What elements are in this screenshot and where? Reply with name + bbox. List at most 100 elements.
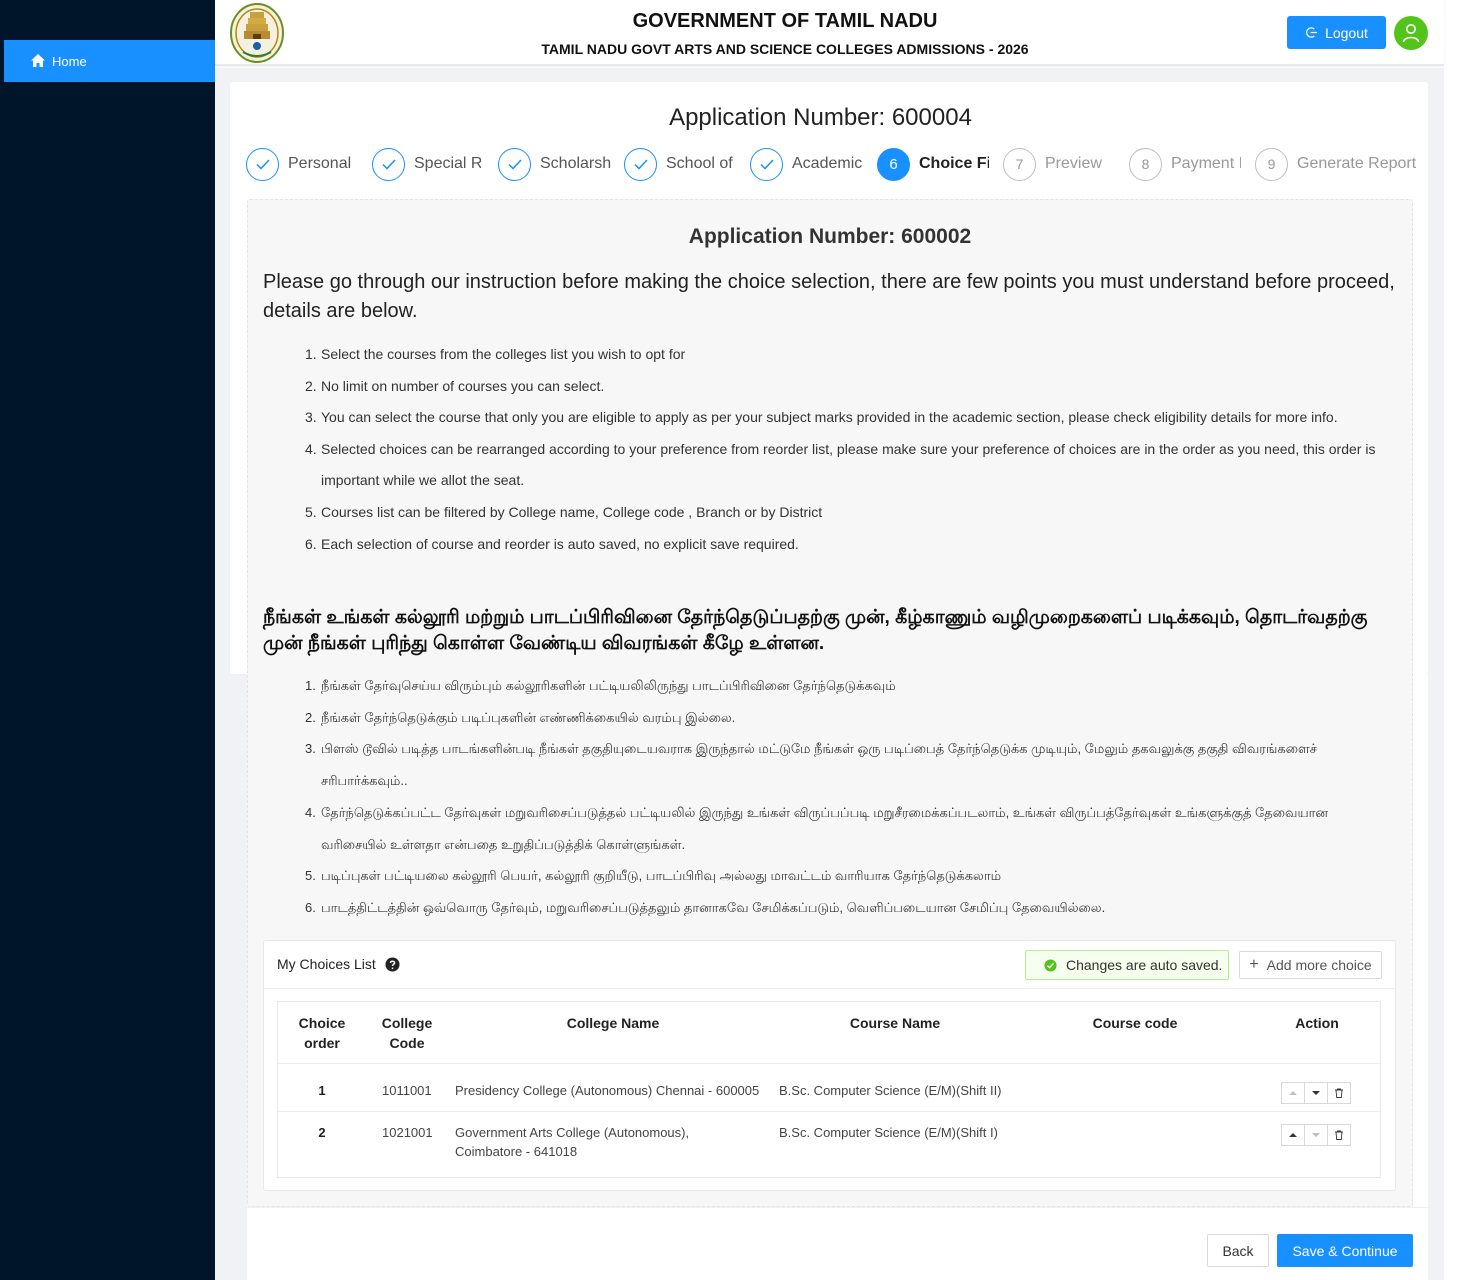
government-title: GOVERNMENT OF TAMIL NADU bbox=[632, 10, 938, 32]
column-header-college-name: College Name bbox=[566, 1015, 660, 1031]
college-name: Presidency College (Autonomous) Chennai … bbox=[455, 1083, 760, 1098]
check-icon bbox=[498, 147, 531, 181]
tamil-instruction-intro: நீங்கள் உங்கள் கல்லூரி மற்றும் பாடப்பிரி… bbox=[263, 607, 1368, 654]
college-name: Government Arts College (Autonomous), Co… bbox=[455, 1125, 690, 1159]
autosave-alert: Changes are auto saved. bbox=[1025, 950, 1229, 980]
list-item: 2. No limit on number of courses you can … bbox=[305, 377, 605, 394]
delete-button[interactable] bbox=[1327, 1082, 1351, 1104]
table-divider bbox=[278, 1063, 1380, 1064]
column-header-choice-order: Choice order bbox=[298, 1015, 346, 1051]
sidebar bbox=[0, 0, 215, 676]
table-divider bbox=[278, 1111, 1380, 1112]
delete-button[interactable] bbox=[1327, 1124, 1351, 1146]
move-up-button[interactable] bbox=[1281, 1124, 1305, 1146]
list-item: 4. தேர்ந்தெடுக்கப்பட்ட தேர்வுகள் மறுவரிசை… bbox=[305, 804, 1329, 852]
step-label: Personal I bbox=[288, 155, 355, 172]
course-name: B.Sc. Computer Science (E/M)(Shift I) bbox=[779, 1125, 998, 1140]
back-button[interactable]: Back bbox=[1207, 1234, 1269, 1267]
caret-up-icon bbox=[1289, 1133, 1297, 1137]
step-label: Generate Report bbox=[1297, 155, 1417, 172]
user-icon bbox=[1402, 24, 1420, 43]
avatar[interactable] bbox=[1394, 16, 1428, 50]
check-icon bbox=[372, 147, 405, 181]
logout-label: Logout bbox=[1325, 24, 1368, 41]
list-item: 6. Each selection of course and reorder i… bbox=[305, 535, 799, 552]
list-item: 1. Select the courses from the colleges l… bbox=[305, 346, 686, 362]
column-header-action: Action bbox=[1295, 1015, 1339, 1031]
list-item: 5. Courses list can be filtered by Colleg… bbox=[305, 503, 823, 520]
step-academic[interactable]: Academic bbox=[750, 147, 862, 181]
move-down-button[interactable] bbox=[1304, 1082, 1328, 1104]
page-title: Application Number: 600004 bbox=[669, 104, 972, 131]
choice-order: 1 bbox=[318, 1083, 326, 1098]
step-scholarship[interactable]: Scholarsh bbox=[498, 147, 612, 181]
choice-order: 2 bbox=[318, 1125, 326, 1140]
step-school[interactable]: School of bbox=[624, 147, 734, 181]
step-label: Choice Fil bbox=[919, 155, 989, 172]
caret-down-icon bbox=[1312, 1133, 1320, 1137]
home-icon bbox=[31, 54, 45, 67]
add-more-choice-button[interactable]: + Add more choice bbox=[1239, 951, 1382, 979]
move-up-button[interactable] bbox=[1281, 1082, 1305, 1104]
list-item: 5. படிப்புகள் பட்டியலை கல்லூரி பெயர், கல்… bbox=[305, 868, 1002, 884]
trash-icon bbox=[1335, 1088, 1343, 1098]
step-choice-filling[interactable]: 6 Choice Fil bbox=[877, 147, 989, 181]
logout-icon bbox=[1306, 27, 1318, 38]
logout-button[interactable]: Logout bbox=[1287, 16, 1386, 49]
footer-divider bbox=[247, 1207, 1428, 1208]
column-header-course-name: Course Name bbox=[849, 1015, 941, 1031]
step-special-reservation[interactable]: Special Re bbox=[372, 147, 481, 181]
step-label: Payment I bbox=[1171, 155, 1241, 172]
list-item: 1. நீங்கள் தேர்வுசெய்ய விரும்பும் கல்லூரி… bbox=[305, 678, 896, 693]
step-label: Preview bbox=[1045, 155, 1102, 172]
instruction-intro: Please go through our instruction before… bbox=[263, 271, 1395, 322]
column-header-course-code: Course code bbox=[1092, 1015, 1178, 1031]
sidebar-lower bbox=[0, 676, 247, 1280]
step-label: Special Re bbox=[414, 155, 481, 172]
check-icon bbox=[750, 147, 783, 181]
check-icon bbox=[246, 147, 279, 181]
step-number: 7 bbox=[1003, 147, 1036, 181]
tamil-instruction-list: 1. நீங்கள் தேர்வுசெய்ய விரும்பும் கல்லூரி… bbox=[305, 670, 1395, 924]
column-header-college-code: College Code bbox=[381, 1015, 433, 1051]
row-actions bbox=[1281, 1124, 1351, 1146]
step-label: Scholarsh bbox=[540, 155, 612, 172]
top-header: GOVERNMENT OF TAMIL NADU TAMIL NADU GOVT… bbox=[215, 0, 1444, 66]
step-personal[interactable]: Personal I bbox=[246, 147, 355, 181]
plus-icon: + bbox=[1249, 956, 1259, 973]
list-item: 2. நீங்கள் தேர்ந்தெடுக்கும் படிப்புகளின் … bbox=[305, 709, 736, 725]
step-payment[interactable]: 8 Payment I bbox=[1129, 147, 1241, 181]
check-icon bbox=[624, 147, 657, 181]
step-number: 8 bbox=[1129, 147, 1162, 181]
move-down-button[interactable] bbox=[1304, 1124, 1328, 1146]
help-icon[interactable] bbox=[385, 956, 400, 972]
college-code: 1021001 bbox=[382, 1125, 433, 1140]
step-number: 9 bbox=[1255, 147, 1288, 181]
choices-title-text: My Choices List bbox=[277, 956, 376, 972]
step-label: School of bbox=[666, 155, 733, 172]
choices-title: My Choices List bbox=[277, 956, 400, 972]
list-item: 4. Selected choices can be rearranged acc… bbox=[305, 440, 1376, 489]
inner-application-number: Application Number: 600002 bbox=[688, 225, 972, 248]
college-code: 1011001 bbox=[382, 1083, 432, 1098]
step-preview[interactable]: 7 Preview bbox=[1003, 147, 1115, 181]
step-number: 6 bbox=[877, 147, 910, 181]
save-continue-button[interactable]: Save & Continue bbox=[1277, 1234, 1413, 1267]
divider bbox=[264, 988, 1395, 989]
sidebar-item-label: Home bbox=[52, 53, 87, 69]
list-item: 3. You can select the course that only yo… bbox=[305, 409, 1338, 426]
admissions-subtitle: TAMIL NADU GOVT ARTS AND SCIENCE COLLEGE… bbox=[541, 41, 1029, 57]
instruction-list: 1. Select the courses from the colleges l… bbox=[305, 339, 1395, 560]
autosave-text: Changes are auto saved. bbox=[1066, 957, 1223, 973]
step-label: Academic bbox=[792, 155, 862, 172]
trash-icon bbox=[1335, 1130, 1343, 1140]
add-choice-label: Add more choice bbox=[1266, 957, 1372, 973]
course-name: B.Sc. Computer Science (E/M)(Shift II) bbox=[779, 1083, 1002, 1098]
row-actions bbox=[1281, 1082, 1351, 1104]
list-item: 3. பிளஸ் டூவில் படித்த பாடங்களின்படி நீங்… bbox=[305, 741, 1317, 789]
caret-down-icon bbox=[1312, 1091, 1320, 1095]
step-generate-report[interactable]: 9 Generate Report bbox=[1255, 147, 1417, 181]
sidebar-item-home[interactable]: Home bbox=[4, 40, 215, 82]
check-circle-icon bbox=[1044, 958, 1057, 972]
list-item: 6. பாடத்திட்டத்தின் ஒவ்வொரு தேர்வும், மறு… bbox=[305, 899, 1106, 915]
